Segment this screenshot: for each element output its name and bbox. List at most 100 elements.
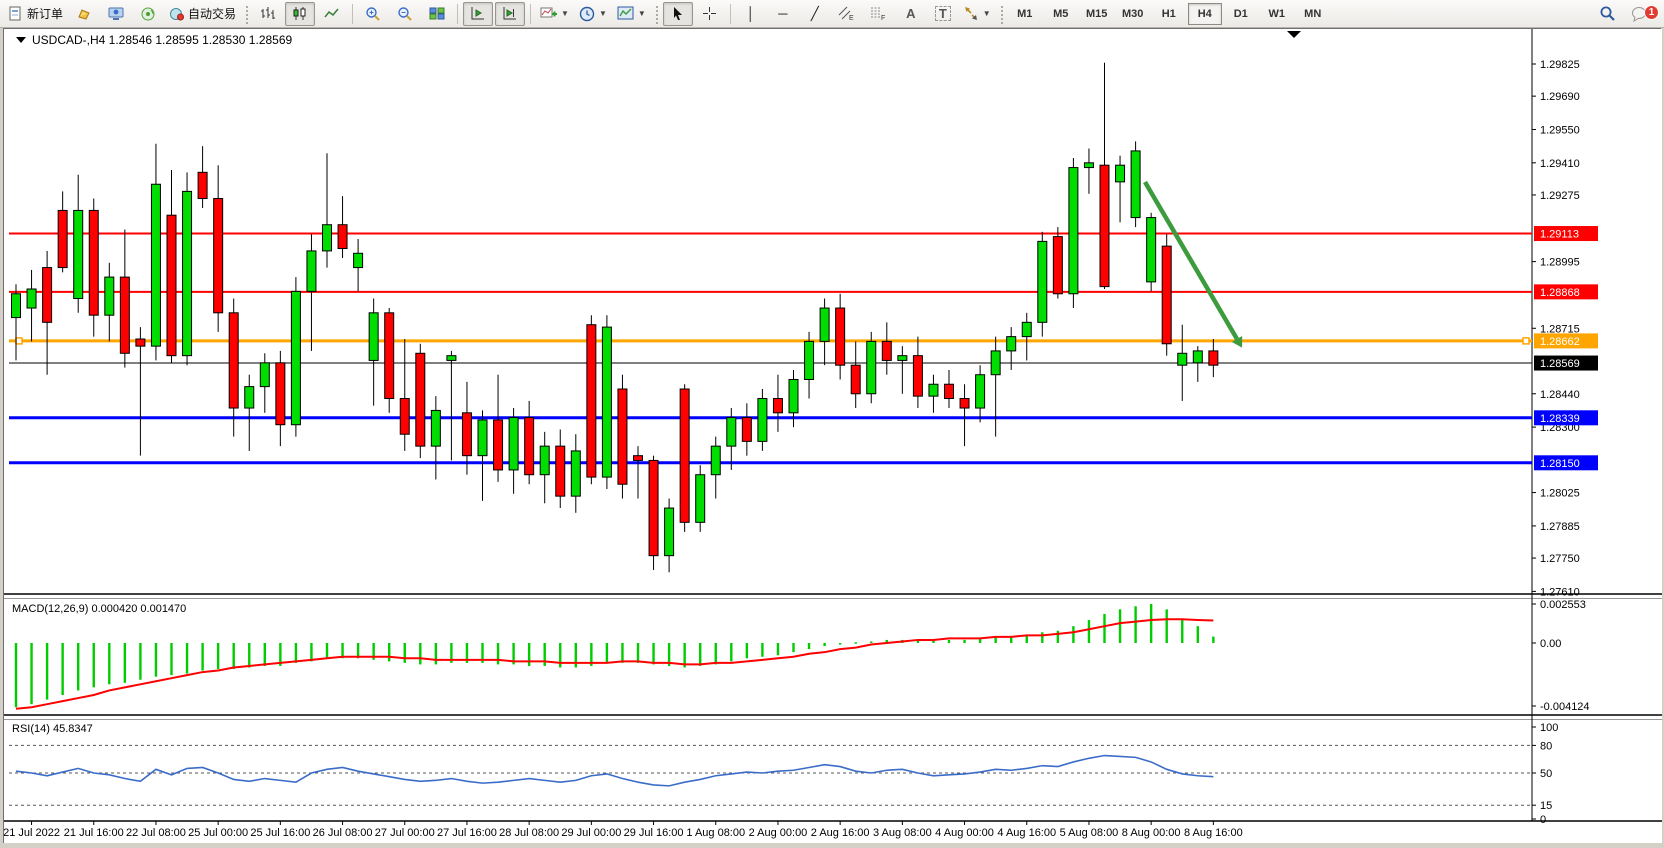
timeframe-button-h4[interactable]: H4 (1188, 3, 1222, 25)
chart-shift-icon (470, 6, 486, 21)
vertical-line-button[interactable]: │ (736, 2, 766, 26)
price-tick-label: 1.29550 (1540, 124, 1580, 136)
line-handle[interactable] (16, 338, 22, 344)
rsi-tick-label: 15 (1540, 800, 1552, 812)
search-button[interactable] (1592, 2, 1622, 26)
macd-histogram-bar (730, 643, 732, 661)
timeframe-button-m5[interactable]: M5 (1044, 3, 1078, 25)
macd-histogram-bar (108, 643, 110, 684)
candle-body (447, 356, 456, 361)
macd-histogram-bar (186, 643, 188, 674)
timeframe-button-m30[interactable]: M30 (1116, 3, 1150, 25)
candle-body (276, 363, 285, 425)
chart-window-inner: 1.298251.296901.295501.294101.292751.289… (3, 28, 1661, 843)
macd-histogram-bar (606, 643, 608, 663)
price-tick-label: 1.29690 (1540, 91, 1580, 103)
rsi-tick-label: 50 (1540, 768, 1552, 780)
timeframe-button-w1[interactable]: W1 (1260, 3, 1294, 25)
candle-body (649, 460, 658, 555)
zoom-in-button[interactable] (358, 2, 388, 26)
market-watch-button[interactable] (69, 2, 99, 26)
clock-icon (579, 6, 595, 22)
candlestick-chart-button[interactable] (285, 2, 315, 26)
cursor-button[interactable] (663, 2, 693, 26)
toolbar-separator (352, 4, 353, 24)
new-order-icon (9, 6, 24, 21)
timeframe-button-mn[interactable]: MN (1296, 3, 1330, 25)
horizontal-line-button[interactable]: ─ (768, 2, 798, 26)
time-tick-label: 2 Aug 16:00 (811, 827, 870, 839)
crosshair-icon (702, 6, 717, 21)
zoom-out-button[interactable] (390, 2, 420, 26)
shapes-button[interactable]: ▼ (960, 2, 995, 26)
macd-histogram-bar (435, 643, 437, 664)
macd-tick-label: 0.002553 (1540, 599, 1586, 611)
candle-body (618, 389, 627, 484)
chart-shift-button[interactable] (463, 2, 493, 26)
time-tick-label: 26 Jul 08:00 (313, 827, 373, 839)
macd-histogram-bar (808, 643, 810, 649)
macd-histogram-bar (823, 643, 825, 646)
periods-button[interactable]: ▼ (575, 2, 611, 26)
rsi-tick-label: 0 (1540, 814, 1546, 826)
bar-chart-button[interactable] (253, 2, 283, 26)
macd-histogram-bar (264, 643, 266, 666)
add-indicator-button[interactable]: ▼ (536, 2, 573, 26)
fibonacci-button[interactable]: F (864, 2, 894, 26)
candlestick-chart-icon (292, 6, 308, 21)
equidistant-channel-button[interactable]: E (832, 2, 862, 26)
macd-histogram-bar (15, 643, 17, 707)
new-order-button[interactable]: 新订单 (5, 2, 67, 26)
trendline-button[interactable]: ╱ (800, 2, 830, 26)
candle-body (494, 420, 503, 470)
candle-body (105, 277, 114, 315)
timeframe-button-h1[interactable]: H1 (1152, 3, 1186, 25)
candle-body (540, 446, 549, 475)
line-chart-button[interactable] (317, 2, 347, 26)
price-chart[interactable]: 1.298251.296901.295501.294101.292751.289… (4, 29, 1662, 843)
candle-body (1084, 163, 1093, 168)
signals-button[interactable] (133, 2, 163, 26)
candle-body (509, 418, 518, 470)
candle-body (913, 356, 922, 396)
terminal-button[interactable] (101, 2, 131, 26)
candle-body (727, 418, 736, 447)
macd-histogram-bar (1041, 632, 1043, 643)
main-toolbar: 新订单 自动交易 ▼ ▼ (0, 0, 1664, 28)
candle-body (151, 184, 160, 346)
candle-body (929, 384, 938, 396)
macd-histogram-bar (746, 643, 748, 658)
candle-body (1193, 351, 1202, 363)
timeframe-button-d1[interactable]: D1 (1224, 3, 1258, 25)
price-level-badge-label: 1.28662 (1540, 336, 1580, 348)
tile-windows-button[interactable] (422, 2, 452, 26)
time-tick-label: 4 Aug 16:00 (997, 827, 1056, 839)
timeframe-button-m15[interactable]: M15 (1080, 3, 1114, 25)
chart-background[interactable] (4, 29, 1662, 843)
timeframe-button-m1[interactable]: M1 (1008, 3, 1042, 25)
price-tick-label: 1.27885 (1540, 521, 1580, 533)
text-tool-button[interactable]: A (896, 2, 926, 26)
line-handle[interactable] (1523, 338, 1529, 344)
time-tick-label: 21 Jul 2022 (4, 827, 60, 839)
time-tick-label: 2 Aug 00:00 (749, 827, 808, 839)
candle-body (960, 399, 969, 409)
price-level-badge-label: 1.28150 (1540, 458, 1580, 470)
vertical-line-icon: │ (747, 7, 755, 20)
candle-body (462, 413, 471, 456)
dropdown-caret: ▼ (983, 9, 991, 18)
macd-histogram-bar (948, 640, 950, 643)
time-tick-label: 1 Aug 08:00 (686, 827, 745, 839)
templates-button[interactable]: ▼ (613, 2, 650, 26)
auto-scroll-button[interactable] (495, 2, 525, 26)
time-tick-label: 25 Jul 00:00 (188, 827, 248, 839)
candle-body (571, 451, 580, 496)
candle-body (1162, 246, 1171, 344)
price-tick-label: 1.29410 (1540, 158, 1580, 170)
crosshair-button[interactable] (695, 2, 725, 26)
autotrading-button[interactable]: 自动交易 (165, 2, 240, 26)
notifications-button[interactable]: 1 (1624, 2, 1654, 26)
label-tool-button[interactable]: T (928, 2, 958, 26)
macd-tick-label: -0.004124 (1540, 701, 1590, 713)
candle-body (1100, 165, 1109, 286)
